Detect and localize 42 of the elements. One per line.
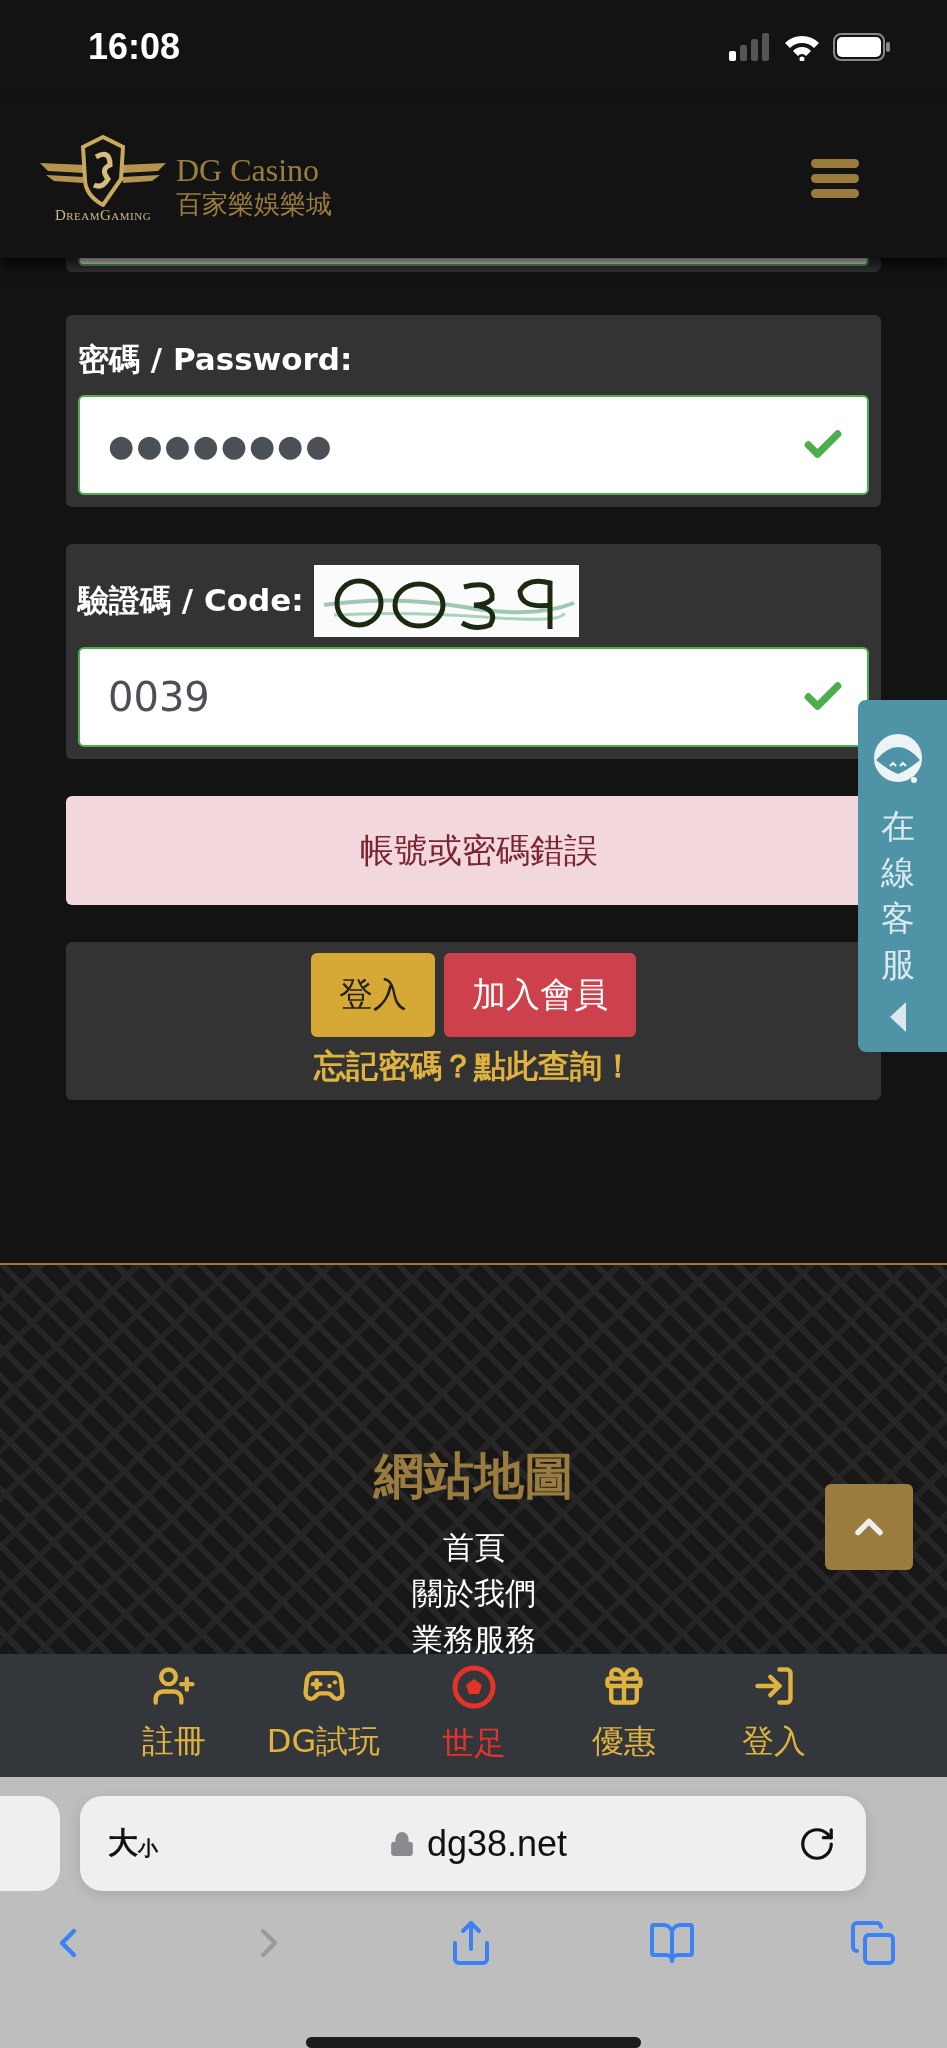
password-field[interactable]: ●●●●●●●● [78,395,869,495]
sitemap-link[interactable]: 業務服務 [411,1616,536,1654]
lock-icon [388,1830,415,1857]
tabs-button[interactable] [849,1919,897,1967]
register-button[interactable]: 加入會員 [444,953,636,1037]
tabs-icon [849,1919,897,1967]
url-text: dg38.net [426,1822,568,1865]
forgot-password-link[interactable]: 忘記密碼？點此查詢！ [313,1045,634,1089]
sitemap-link[interactable]: 關於我們 [411,1570,536,1616]
field-label: 密碼 / Password: [78,340,353,379]
tab-preview[interactable] [0,1796,60,1891]
battery-icon [833,33,891,61]
clock-time: 16:08 [88,26,181,68]
text-size-button[interactable]: 大$_{小}$ [108,1823,158,1864]
sitemap-title: 網站地圖 [373,1446,574,1507]
nav-item[interactable]: 註冊 [98,1664,249,1777]
nav-label: 世足 [441,1723,506,1764]
winged-shield-logo-icon [38,134,168,207]
sitemap-link[interactable]: 首頁 [442,1524,505,1570]
logo-caption: DreamGaming [54,206,152,224]
collapse-icon [890,1002,906,1032]
error-message: 帳號或密碼錯誤 [359,828,598,872]
nav-item[interactable]: 登入 [698,1664,849,1777]
nav-label: 優惠 [591,1721,656,1762]
nav-item[interactable]: 優惠 [548,1664,699,1777]
address-bar[interactable]: 大$_{小}$ dg38.net [80,1796,866,1891]
brand-subtitle: 百家樂娛樂城 [176,187,332,220]
nav-label: DG試玩 [266,1721,381,1762]
nav-item[interactable]: DG試玩 [248,1664,399,1777]
nav-label: 註冊 [141,1721,206,1762]
wifi-icon [783,33,821,61]
menu-icon[interactable] [811,159,859,199]
user-plus-icon [151,1664,196,1708]
code-field[interactable]: 0039 [78,647,869,747]
input-field[interactable] [78,258,869,266]
soccer-ball-icon [450,1664,497,1710]
nav-label: 登入 [741,1721,806,1762]
login-button[interactable]: 登入 [311,953,435,1037]
brand-title: DG Casino [176,151,321,188]
scroll-top-button[interactable] [825,1484,913,1570]
field-label: 驗證碼 / Code: [78,580,304,620]
signal-icon [729,33,771,61]
